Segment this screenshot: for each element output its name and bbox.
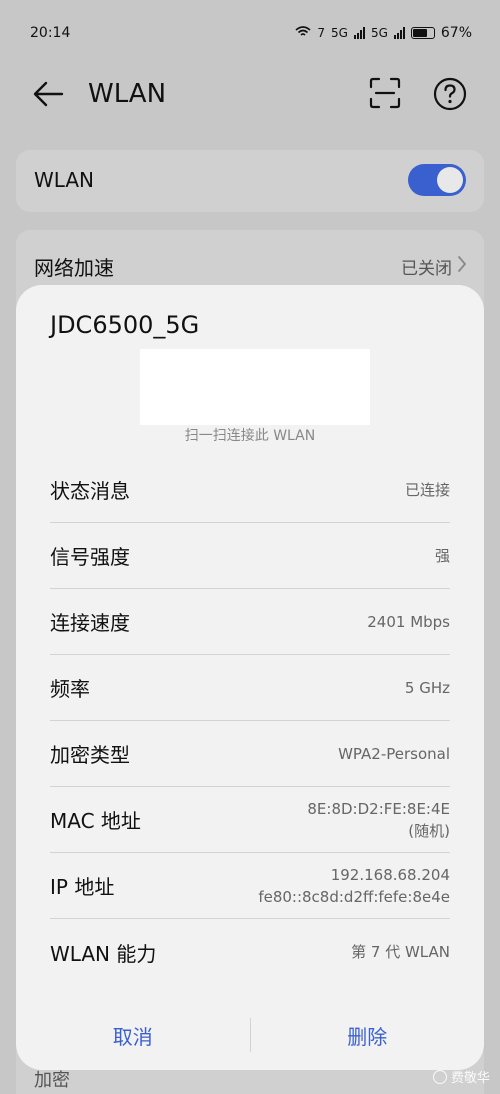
detail-key: 状态消息 (50, 479, 130, 503)
back-arrow-icon[interactable] (30, 78, 66, 110)
detail-key: IP 地址 (50, 875, 115, 899)
details-list: 状态消息 已连接 信号强度 强 连接速度 2401 Mbps 频率 5 GHz … (50, 457, 450, 985)
status-time: 20:14 (30, 25, 71, 41)
detail-value: 已连接 (404, 480, 450, 499)
signal-icon-2 (393, 27, 405, 39)
sim2-label: 5G (370, 26, 388, 40)
ipv4-address: 192.168.68.204 (330, 865, 450, 884)
network-accel-label: 网络加速 (34, 256, 114, 280)
detail-value: WPA2-Personal (338, 744, 450, 763)
sim1-label: 5G (331, 26, 348, 40)
qr-hint: 扫一扫连接此 WLAN (184, 428, 316, 444)
watermark-icon (432, 1069, 447, 1084)
detail-value: 强 (434, 546, 450, 565)
detail-key: 信号强度 (50, 545, 130, 569)
detail-row-ip: IP 地址 192.168.68.204 fe80::8c8d:d2ff:fef… (50, 853, 450, 919)
watermark-text: 费敬华 (450, 1071, 490, 1086)
detail-row-mac: MAC 地址 8E:8D:D2:FE:8E:4E (随机) (50, 787, 450, 853)
detail-value: 192.168.68.204 fe80::8c8d:d2ff:fefe:8e4e (258, 864, 450, 908)
page-title: WLAN (88, 79, 167, 109)
detail-row-status: 状态消息 已连接 (50, 457, 450, 523)
wifi-label: 7 (317, 26, 325, 40)
battery-icon (410, 27, 435, 39)
ipv6-address: fe80::8c8d:d2ff:fefe:8e4e (258, 887, 450, 906)
wlan-toggle[interactable] (408, 164, 466, 196)
detail-key: 频率 (50, 677, 90, 701)
detail-key: MAC 地址 (50, 809, 141, 833)
detail-row-speed: 连接速度 2401 Mbps (50, 589, 450, 655)
detail-key: 连接速度 (50, 611, 130, 635)
delete-button[interactable]: 删除 (251, 1021, 485, 1050)
signal-icon (353, 27, 365, 39)
detail-key: WLAN 能力 (50, 941, 157, 966)
toggle-knob (437, 167, 463, 193)
detail-value: 8E:8D:D2:FE:8E:4E (随机) (307, 798, 450, 842)
app-bar: WLAN (0, 66, 500, 122)
help-icon[interactable] (432, 76, 468, 112)
detail-value: 2401 Mbps (367, 612, 450, 631)
status-bar: 20:14 7 5G 5G 67% (0, 0, 500, 66)
wlan-label: WLAN (34, 168, 95, 192)
detail-row-encryption: 加密类型 WPA2-Personal (50, 721, 450, 787)
watermark: 费敬华 (432, 1067, 490, 1086)
status-icons: 7 5G 5G 67% (295, 25, 472, 41)
detail-row-frequency: 频率 5 GHz (50, 655, 450, 721)
network-ssid: JDC6500_5G (50, 311, 200, 339)
wlan-toggle-card: WLAN (16, 150, 484, 212)
detail-row-signal: 信号强度 强 (50, 523, 450, 589)
network-accel-value: 已关闭 (401, 259, 452, 279)
detail-value: 5 GHz (404, 678, 450, 697)
chevron-right-icon (456, 254, 468, 274)
dialog-actions: 取消 删除 (16, 1015, 484, 1055)
detail-row-capability: WLAN 能力 第 7 代 WLAN (50, 919, 450, 985)
network-details-dialog: JDC6500_5G 扫一扫连接此 WLAN 状态消息 已连接 信号强度 强 连… (16, 285, 484, 1070)
detail-key: 加密类型 (50, 743, 130, 767)
mac-random-tag: (随机) (408, 821, 450, 840)
qr-code-area (140, 349, 370, 425)
wifi-icon (295, 25, 311, 41)
detail-value: 第 7 代 WLAN (351, 943, 450, 961)
cancel-button[interactable]: 取消 (16, 1021, 250, 1050)
scan-icon[interactable] (368, 76, 402, 110)
battery-percent: 67% (440, 25, 472, 41)
mac-address: 8E:8D:D2:FE:8E:4E (307, 799, 450, 818)
